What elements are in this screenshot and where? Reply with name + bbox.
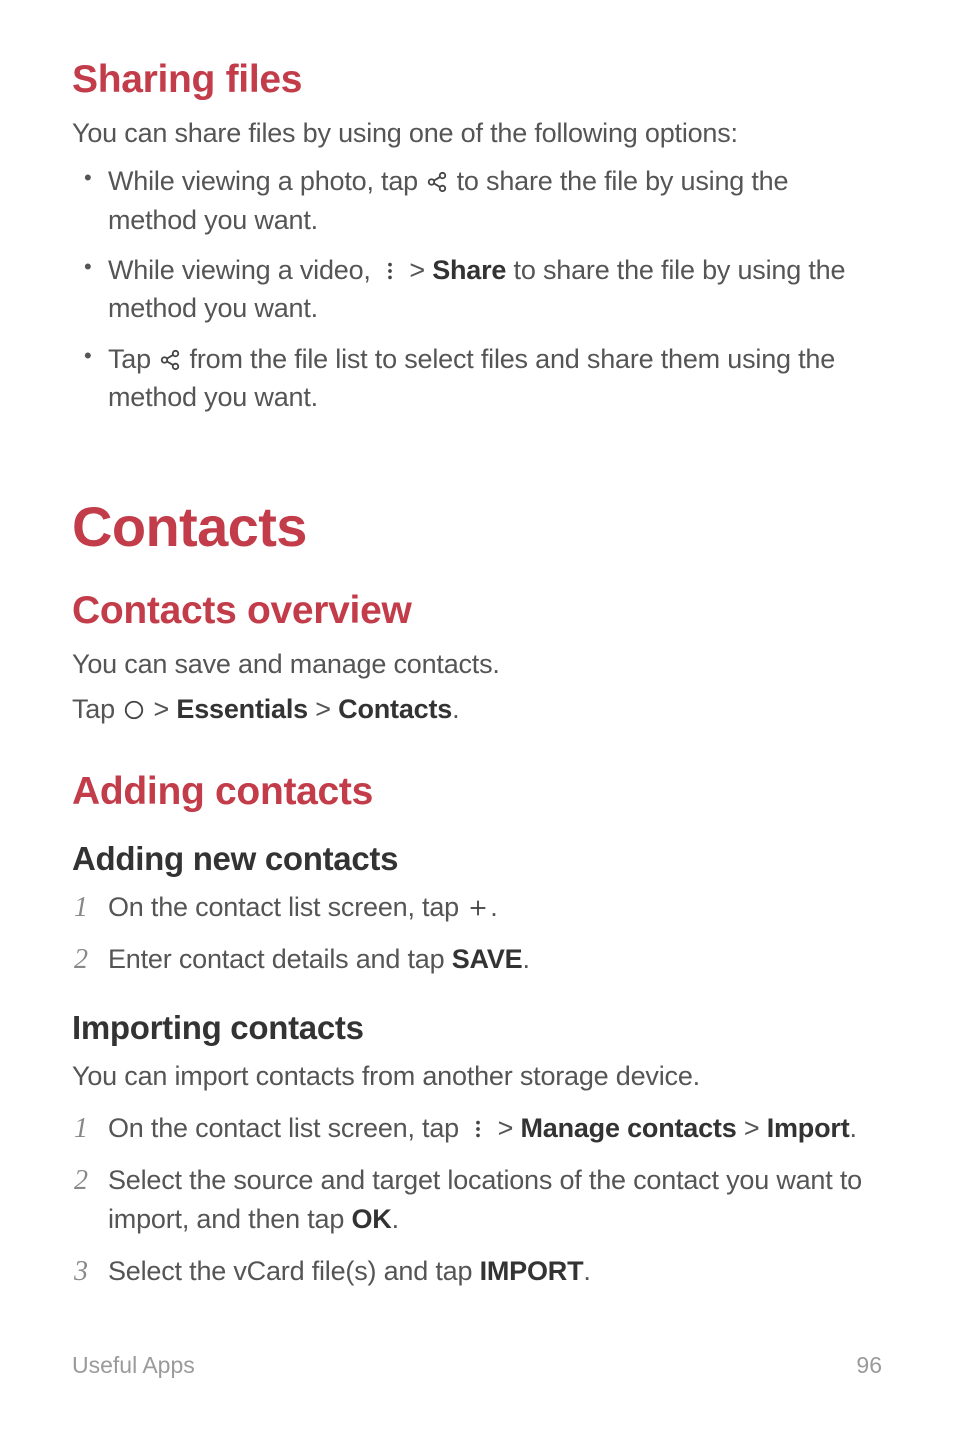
importing-steps: On the contact list screen, tap > Manage…	[72, 1109, 882, 1290]
page-number: 96	[856, 1352, 882, 1379]
text-fragment: .	[522, 944, 529, 974]
text-fragment: .	[583, 1256, 590, 1286]
importing-intro: You can import contacts from another sto…	[72, 1057, 882, 1095]
text-fragment: .	[452, 694, 459, 724]
text-fragment: On the contact list screen, tap	[108, 1113, 466, 1143]
sharing-intro: You can share files by using one of the …	[72, 114, 882, 152]
bold-text: OK	[351, 1204, 391, 1234]
step-item: Select the source and target locations o…	[72, 1161, 882, 1238]
plus-icon	[467, 897, 489, 919]
heading-contacts: Contacts	[72, 494, 882, 559]
section-sharing-files: Sharing files You can share files by usi…	[72, 58, 882, 416]
text-fragment: Tap	[108, 344, 158, 374]
bold-text: Manage contacts	[520, 1113, 736, 1143]
heading-adding-contacts: Adding contacts	[72, 770, 882, 814]
bold-text: SAVE	[452, 944, 523, 974]
overview-text: You can save and manage contacts.	[72, 645, 882, 683]
heading-adding-new: Adding new contacts	[72, 840, 882, 878]
footer-section: Useful Apps	[72, 1352, 195, 1379]
text-fragment: Enter contact details and tap	[108, 944, 452, 974]
text-fragment: .	[850, 1113, 857, 1143]
sharing-bullets: While viewing a photo, tap to share the …	[72, 162, 882, 416]
text-fragment: .	[490, 892, 497, 922]
overview-tap-line: Tap > Essentials > Contacts.	[72, 690, 882, 728]
text-fragment: >	[402, 255, 432, 285]
step-item: Select the vCard file(s) and tap IMPORT.	[72, 1252, 882, 1290]
home-icon	[123, 699, 145, 721]
bold-text: Contacts	[338, 694, 452, 724]
step-item: Enter contact details and tap SAVE.	[72, 940, 882, 978]
heading-sharing-files: Sharing files	[72, 58, 882, 102]
sharing-bullet-1: While viewing a photo, tap to share the …	[72, 162, 882, 239]
more-icon	[467, 1118, 489, 1140]
bold-text: IMPORT	[480, 1256, 584, 1286]
text-fragment: Select the vCard file(s) and tap	[108, 1256, 480, 1286]
section-contacts-overview: Contacts overview You can save and manag…	[72, 589, 882, 728]
heading-importing: Importing contacts	[72, 1009, 882, 1047]
text-fragment: Select the source and target locations o…	[108, 1165, 862, 1233]
text-fragment: While viewing a video,	[108, 255, 378, 285]
text-fragment: >	[490, 1113, 520, 1143]
bold-text: Share	[432, 255, 506, 285]
adding-new-steps: On the contact list screen, tap . Enter …	[72, 888, 882, 979]
sharing-bullet-3: Tap from the file list to select files a…	[72, 340, 882, 417]
more-icon	[379, 260, 401, 282]
text-fragment: >	[737, 1113, 767, 1143]
text-fragment: >	[308, 694, 338, 724]
text-fragment: from the file list to select files and s…	[108, 344, 835, 412]
page-footer: Useful Apps 96	[72, 1352, 882, 1379]
text-fragment: While viewing a photo, tap	[108, 166, 425, 196]
share-icon	[426, 171, 448, 193]
text-fragment: Tap	[72, 694, 122, 724]
text-fragment: On the contact list screen, tap	[108, 892, 466, 922]
bold-text: Essentials	[176, 694, 308, 724]
share-icon	[159, 349, 181, 371]
bold-text: Import	[767, 1113, 850, 1143]
text-fragment: .	[392, 1204, 399, 1234]
step-item: On the contact list screen, tap > Manage…	[72, 1109, 882, 1147]
step-item: On the contact list screen, tap .	[72, 888, 882, 926]
sharing-bullet-2: While viewing a video, > Share to share …	[72, 251, 882, 328]
document-page: Sharing files You can share files by usi…	[0, 0, 954, 1431]
heading-contacts-overview: Contacts overview	[72, 589, 882, 633]
text-fragment: >	[146, 694, 176, 724]
